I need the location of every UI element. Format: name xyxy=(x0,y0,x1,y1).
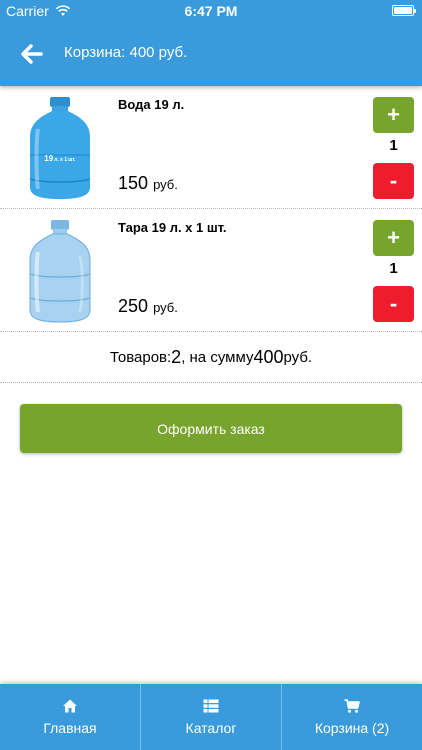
bottle-label-sub: л. x 1 xyxy=(54,157,67,163)
item-price: 250 руб. xyxy=(118,296,178,317)
arrow-left-icon xyxy=(21,44,43,64)
bottle-label-unit: шт. xyxy=(68,157,76,163)
item-price-value: 150 xyxy=(118,173,149,193)
cart-summary: Товаров: 2, на сумму 400 руб. xyxy=(0,333,422,383)
status-bar: Carrier 6:47 PM xyxy=(0,0,422,22)
item-name: Тара 19 л. х 1 шт. xyxy=(118,220,227,235)
summary-total: 400 xyxy=(253,347,284,367)
increase-quantity-button[interactable]: + xyxy=(373,97,414,133)
home-icon xyxy=(63,699,77,713)
item-price-value: 250 xyxy=(118,296,149,316)
nav-bar: Корзина: 400 руб. xyxy=(0,22,422,86)
app-header: Carrier 6:47 PM Корзина: 400 руб. xyxy=(0,0,422,86)
decrease-quantity-button[interactable]: - xyxy=(373,163,414,199)
item-quantity: 1 xyxy=(389,137,398,154)
cart-item: 19л. x 1шт. Вода 19 л. 150 руб. + 1 - xyxy=(0,87,422,209)
cart-item: Тара 19 л. х 1 шт. 250 руб. + 1 - xyxy=(0,210,422,332)
tab-home[interactable]: Главная xyxy=(0,684,140,750)
clock: 6:47 PM xyxy=(184,3,238,19)
item-price: 150 руб. xyxy=(118,173,178,194)
item-price-currency: руб. xyxy=(153,300,178,315)
summary-suffix: руб. xyxy=(283,349,313,366)
page-title: Корзина: 400 руб. xyxy=(64,44,188,61)
item-name: Вода 19 л. xyxy=(118,97,185,112)
summary-prefix: Товаров: xyxy=(109,349,172,366)
tab-label: Главная xyxy=(43,720,97,736)
cart-icon xyxy=(344,699,360,713)
summary-middle: , на сумму xyxy=(181,349,254,366)
tab-bar: Главная Каталог Корзина (2) xyxy=(0,684,422,750)
list-icon xyxy=(203,699,219,713)
empty-bottle-image xyxy=(29,220,91,323)
tab-catalog[interactable]: Каталог xyxy=(140,684,281,750)
water-bottle-image: 19л. x 1шт. xyxy=(29,97,91,199)
summary-count: 2 xyxy=(171,347,182,367)
decrease-quantity-button[interactable]: - xyxy=(373,286,414,322)
item-quantity: 1 xyxy=(389,260,398,277)
tab-label: Корзина (2) xyxy=(314,720,390,736)
tab-label: Каталог xyxy=(185,720,237,736)
bottle-label-volume: 19 xyxy=(44,154,53,163)
back-button[interactable] xyxy=(18,40,46,68)
item-price-currency: руб. xyxy=(153,177,178,192)
increase-quantity-button[interactable]: + xyxy=(373,220,414,256)
battery-icon xyxy=(392,5,416,16)
tab-cart[interactable]: Корзина (2) xyxy=(281,684,422,750)
checkout-button[interactable]: Оформить заказ xyxy=(20,404,402,453)
